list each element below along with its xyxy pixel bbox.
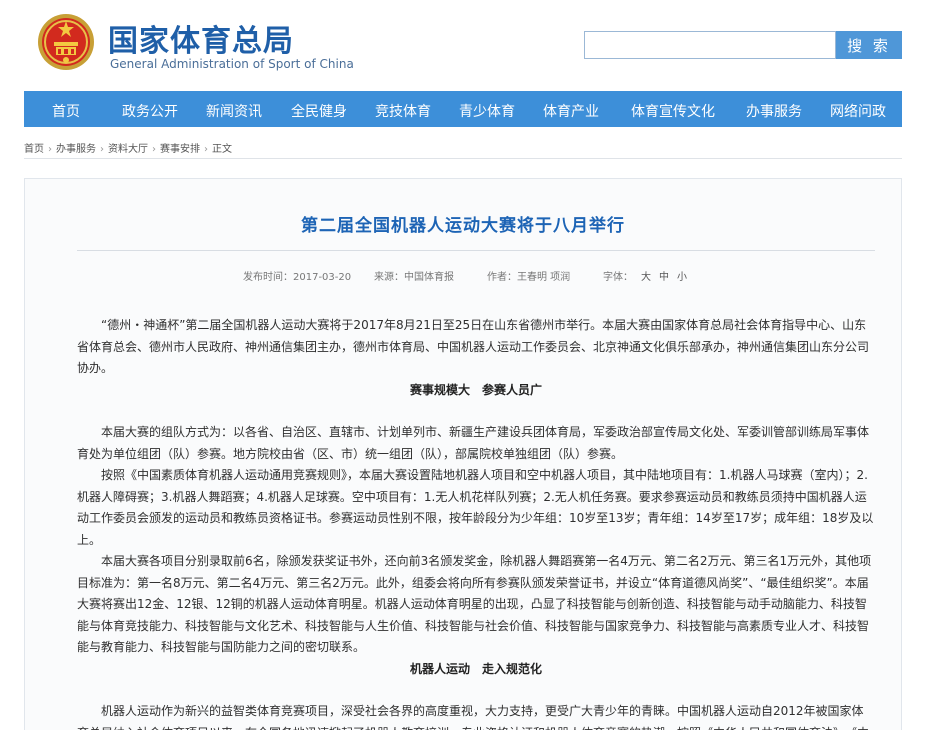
publish-date: 发布时间：2017-03-20 bbox=[243, 272, 352, 283]
font-size-medium[interactable]: 中 bbox=[659, 272, 669, 283]
breadcrumb: 首页 › 办事服务 › 资料大厅 › 赛事安排 › 正文 bbox=[24, 140, 232, 155]
breadcrumb-separator: › bbox=[100, 144, 104, 155]
breadcrumb-separator: › bbox=[48, 144, 52, 155]
breadcrumb-separator: › bbox=[204, 144, 208, 155]
paragraph: 按照《中国素质体育机器人运动通用竞赛规则》，本届大赛设置陆地机器人项目和空中机器… bbox=[77, 468, 874, 547]
nav-item-sports-industry[interactable]: 体育产业 bbox=[543, 101, 599, 121]
nav-item-competitive-sports[interactable]: 竞技体育 bbox=[375, 101, 431, 121]
nav-item-news[interactable]: 新闻资讯 bbox=[206, 101, 262, 121]
font-size-small[interactable]: 小 bbox=[677, 272, 687, 283]
paragraph: 本届大赛的组队方式为：以各省、自治区、直辖市、计划单列市、新疆生产建设兵团体育局… bbox=[77, 425, 870, 461]
breadcrumb-separator: › bbox=[152, 144, 156, 155]
paragraph: 机器人运动作为新兴的益智类体育竞赛项目，深受社会各界的高度重视，大力支持，更受广… bbox=[77, 704, 869, 730]
article-title: 第二届全国机器人运动大赛将于八月举行 bbox=[301, 216, 625, 236]
breadcrumb-home[interactable]: 首页 bbox=[24, 144, 44, 155]
site-title[interactable]: 国家体育总局 bbox=[108, 16, 294, 60]
article-author: 作者：王春明 项润 bbox=[487, 272, 571, 283]
paragraph: 本届大赛各项目分别录取前6名，除颁发获奖证书外，还向前3名颁发奖金，除机器人舞蹈… bbox=[77, 554, 872, 654]
breadcrumb-resources[interactable]: 资料大厅 bbox=[108, 144, 148, 155]
search-button[interactable]: 搜 索 bbox=[836, 31, 902, 59]
nav-item-services[interactable]: 办事服务 bbox=[746, 101, 802, 121]
breadcrumb-current: 正文 bbox=[212, 144, 232, 155]
nav-item-fitness[interactable]: 全民健身 bbox=[291, 101, 347, 121]
search-input[interactable] bbox=[584, 31, 836, 59]
article-body: “德州・神通杯”第二届全国机器人运动大赛将于2017年8月21日至25日在山东省… bbox=[77, 315, 875, 730]
font-size-control: 字体： 大中小 bbox=[603, 268, 687, 283]
nav-item-inquiry[interactable]: 网络问政 bbox=[830, 101, 886, 121]
national-emblem-icon[interactable] bbox=[36, 12, 96, 72]
breadcrumb-schedule[interactable]: 赛事安排 bbox=[160, 144, 200, 155]
nav-item-home[interactable]: 首页 bbox=[52, 101, 80, 121]
main-nav: 首页 政务公开 新闻资讯 全民健身 竞技体育 青少体育 体育产业 体育宣传文化 … bbox=[24, 91, 902, 127]
section-heading: 赛事规模大 参赛人员广 bbox=[409, 382, 542, 397]
nav-item-sports-culture[interactable]: 体育宣传文化 bbox=[631, 101, 715, 121]
nav-item-youth-sports[interactable]: 青少体育 bbox=[459, 101, 515, 121]
font-size-label: 字体： bbox=[603, 272, 633, 283]
breadcrumb-services[interactable]: 办事服务 bbox=[56, 144, 96, 155]
breadcrumb-divider bbox=[24, 158, 902, 159]
title-divider bbox=[77, 250, 875, 251]
article-source: 来源：中国体育报 bbox=[374, 272, 454, 283]
article-panel: 第二届全国机器人运动大赛将于八月举行 发布时间：2017-03-20 来源：中国… bbox=[24, 178, 902, 730]
site-subtitle: General Administration of Sport of China bbox=[110, 57, 354, 71]
font-size-large[interactable]: 大 bbox=[641, 272, 651, 283]
section-heading: 机器人运动 走入规范化 bbox=[409, 661, 542, 676]
paragraph: “德州・神通杯”第二届全国机器人运动大赛将于2017年8月21日至25日在山东省… bbox=[77, 318, 870, 375]
site-header: 国家体育总局 General Administration of Sport o… bbox=[0, 0, 929, 90]
nav-item-government-affairs[interactable]: 政务公开 bbox=[122, 101, 178, 121]
